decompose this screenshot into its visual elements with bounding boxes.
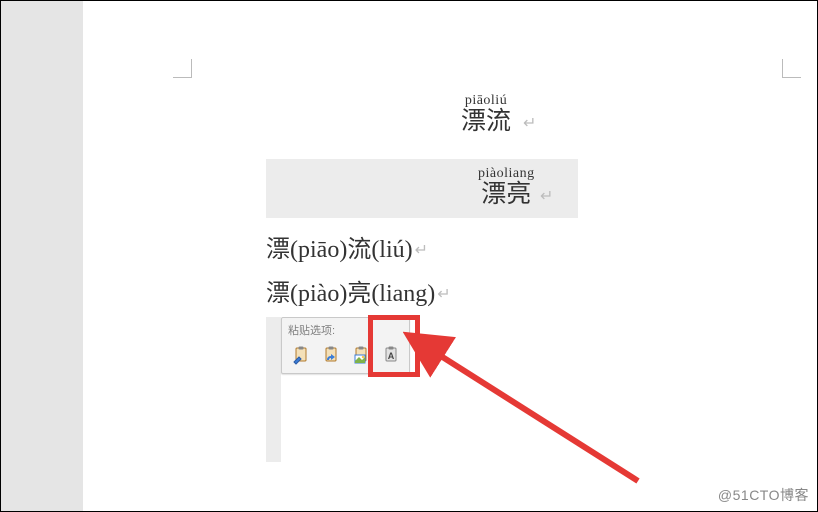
page-margin-corner bbox=[782, 59, 801, 78]
hanzi: 漂亮 bbox=[478, 181, 535, 209]
pinyin: piàoliang bbox=[478, 166, 535, 181]
hanzi: 流 bbox=[347, 237, 371, 263]
clipboard-brush-icon bbox=[291, 345, 311, 365]
paragraph-mark: ↵ bbox=[540, 188, 553, 206]
inline-line-1: 漂(piāo)流(liú)↵ bbox=[266, 229, 428, 264]
annotation-arrow bbox=[403, 321, 663, 501]
hanzi: 漂 bbox=[266, 237, 290, 263]
inline-line-2: 漂(piào)亮(liang)↵ bbox=[266, 273, 451, 308]
paragraph-mark: ↵ bbox=[523, 115, 536, 133]
text-selection bbox=[266, 317, 281, 462]
page-margin-corner bbox=[173, 59, 192, 78]
pinyin: (piào) bbox=[290, 281, 347, 307]
hanzi: 漂 bbox=[266, 281, 290, 307]
document-page: piāoliú 漂流 ↵ piàoliang 漂亮 ↵ 漂(piāo)流(liú… bbox=[83, 1, 817, 511]
pinyin: piāoliú bbox=[461, 93, 511, 108]
ruby-word-piaoliu: piāoliú 漂流 ↵ bbox=[461, 93, 511, 136]
pinyin: (liang) bbox=[371, 281, 435, 307]
paragraph-mark: ↵ bbox=[415, 242, 428, 259]
screenshot-frame: piāoliú 漂流 ↵ piàoliang 漂亮 ↵ 漂(piāo)流(liú… bbox=[0, 0, 818, 512]
mockup-sidebar bbox=[1, 1, 83, 511]
watermark: @51CTO博客 bbox=[718, 485, 809, 505]
clipboard-arrow-icon bbox=[321, 345, 341, 365]
hanzi: 漂流 bbox=[461, 108, 511, 136]
paste-merge-format-button[interactable] bbox=[317, 341, 344, 368]
paragraph-mark: ↵ bbox=[437, 286, 450, 303]
hanzi: 亮 bbox=[347, 281, 371, 307]
paste-keep-source-button[interactable] bbox=[287, 341, 314, 368]
ruby-word-piaoliang: piàoliang 漂亮 ↵ bbox=[478, 166, 535, 209]
pinyin: (piāo) bbox=[290, 237, 347, 263]
pinyin: (liú) bbox=[371, 237, 412, 263]
